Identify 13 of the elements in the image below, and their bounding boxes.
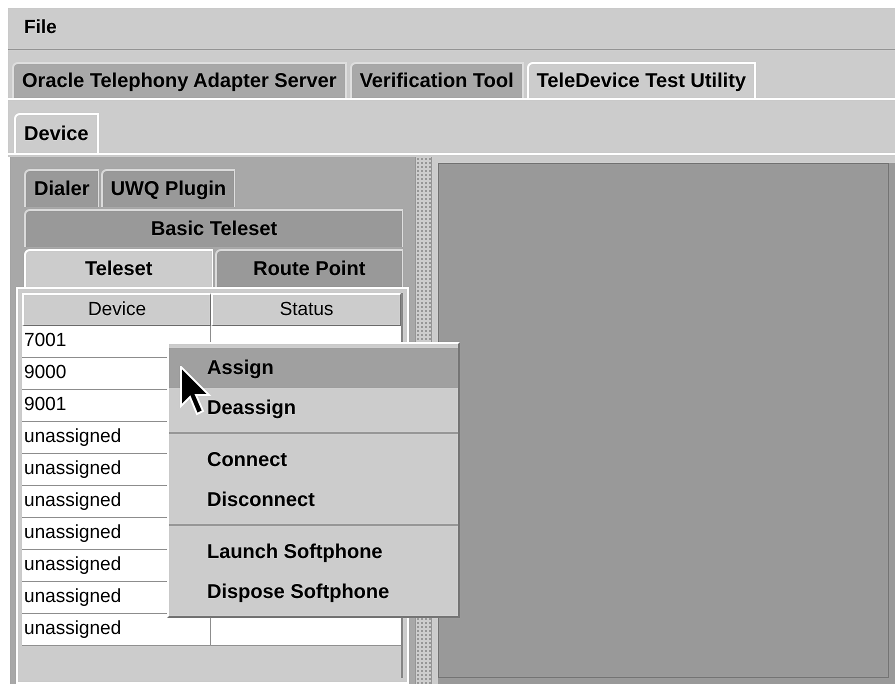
- column-header[interactable]: Device: [22, 293, 211, 326]
- tab[interactable]: Device: [14, 113, 98, 153]
- tab[interactable]: Dialer: [24, 169, 99, 207]
- tab[interactable]: UWQ Plugin: [100, 169, 236, 207]
- tab[interactable]: Verification Tool: [350, 62, 524, 98]
- menu-item[interactable]: File: [24, 14, 57, 43]
- tab[interactable]: Teleset: [24, 249, 212, 287]
- tab[interactable]: TeleDevice Test Utility: [526, 62, 756, 98]
- tab[interactable]: Oracle Telephony Adapter Server: [12, 62, 347, 98]
- menu-item[interactable]: Assign: [169, 348, 458, 388]
- tab[interactable]: Basic Teleset: [24, 209, 403, 247]
- column-header[interactable]: Status: [211, 293, 401, 326]
- tab[interactable]: Route Point: [214, 249, 403, 287]
